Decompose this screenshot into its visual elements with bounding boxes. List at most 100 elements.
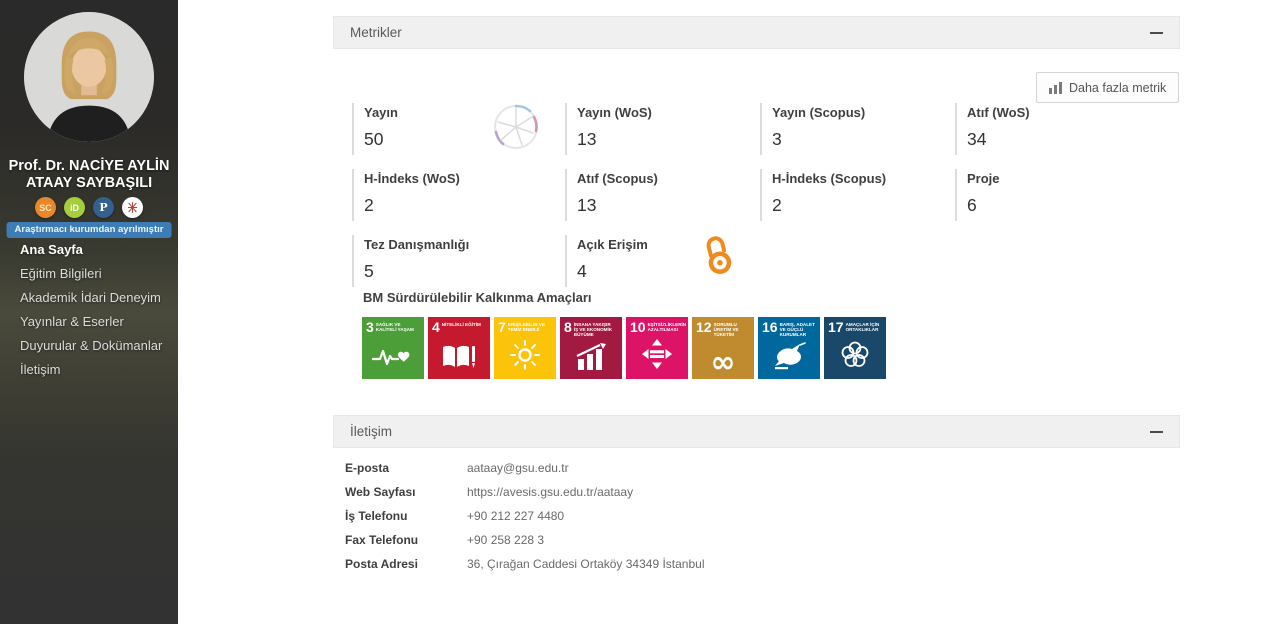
sdg-title: EŞİTSİZLİKLERİN AZALTILMASI [648, 321, 687, 333]
contact-panel-title: İletişim [350, 424, 1149, 439]
researcher-name-line1: Prof. Dr. NACİYE AYLİN [0, 158, 178, 175]
sdg-10-tile[interactable]: 10 EŞİTSİZLİKLERİN AZALTILMASI [626, 317, 688, 379]
metric-label: Atıf (WoS) [967, 105, 1180, 120]
researcher-name: Prof. Dr. NACİYE AYLİN ATAAY SAYBAŞILI [0, 158, 178, 192]
metrics-wheel-icon [489, 100, 543, 159]
sidebar-item-duyurular-dokumanlar[interactable]: Duyurular & Dokümanlar [0, 334, 178, 358]
sdg-title: BARIŞ, ADALET VE GÜÇLÜ KURUMLAR [780, 321, 818, 338]
metric-tez-danismanligi: Tez Danışmanlığı 5 [352, 235, 565, 287]
sun-icon [510, 340, 540, 375]
status-badge: Araştırmacı kurumdan ayrılmıştır [7, 222, 172, 238]
sdg-number: 12 [696, 321, 712, 338]
metric-label: H-İndeks (Scopus) [772, 171, 955, 186]
sdg-title: İNSANA YAKIŞIR İŞ VE EKONOMİK BÜYÜME [574, 321, 614, 338]
sdg-number: 8 [564, 321, 572, 338]
scopus-profile-icon[interactable]: SC [35, 197, 56, 218]
publons-profile-icon[interactable]: P [93, 197, 114, 218]
metric-atif-wos: Atıf (WoS) 34 [955, 103, 1180, 155]
sidebar-item-yayinlar-eserler[interactable]: Yayınlar & Eserler [0, 310, 178, 334]
dove-icon [770, 342, 808, 375]
sdg-8-tile[interactable]: 8 İNSANA YAKIŞIR İŞ VE EKONOMİK BÜYÜME [560, 317, 622, 379]
metric-proje: Proje 6 [955, 169, 1180, 221]
metric-label: H-İndeks (WoS) [364, 171, 565, 186]
equality-icon [641, 338, 673, 375]
contact-row-is-telefonu: İş Telefonu +90 212 227 4480 [345, 510, 1065, 523]
yok-akademik-profile-icon[interactable] [122, 197, 143, 218]
contact-label: İş Telefonu [345, 510, 467, 523]
contact-row-web: Web Sayfası https://avesis.gsu.edu.tr/aa… [345, 486, 1065, 499]
partnership-rings-icon [838, 339, 872, 375]
metric-acik-erisim: Açık Erişim 4 [565, 235, 760, 287]
metric-label: Atıf (Scopus) [577, 171, 760, 186]
orcid-profile-icon[interactable]: iD [64, 197, 85, 218]
researcher-name-line2: ATAAY SAYBAŞILI [0, 175, 178, 192]
metrics-panel-header: Metrikler [333, 16, 1180, 49]
sdg-title: SAĞLIK VE KALİTELİ YAŞAM [376, 321, 416, 333]
sdg-title: NİTELİKLİ EĞİTİM [442, 321, 481, 333]
contact-row-fax: Fax Telefonu +90 258 228 3 [345, 534, 1065, 547]
bar-chart-icon [1049, 82, 1062, 94]
metric-value: 13 [577, 130, 760, 148]
sdg-heading: BM Sürdürülebilir Kalkınma Amaçları [363, 290, 592, 305]
metric-yayin: Yayın 50 [352, 103, 565, 155]
metric-value: 3 [772, 130, 955, 148]
contact-fax-value: +90 258 228 3 [467, 534, 1065, 547]
metric-label: Tez Danışmanlığı [364, 237, 565, 252]
contact-address-value: 36, Çırağan Caddesi Ortaköy 34349 İstanb… [467, 558, 1065, 571]
contact-row-adres: Posta Adresi 36, Çırağan Caddesi Ortaköy… [345, 558, 1065, 571]
metrics-panel-title: Metrikler [350, 25, 1149, 40]
sdg-title: AMAÇLAR İÇİN ORTAKLIKLAR [846, 321, 884, 333]
heartbeat-icon [372, 344, 414, 375]
metric-yayin-wos: Yayın (WoS) 13 [565, 103, 760, 155]
metric-yayin-scopus: Yayın (Scopus) 3 [760, 103, 955, 155]
contact-email-value[interactable]: aataay@gsu.edu.tr [467, 462, 1065, 475]
contact-phone-value: +90 212 227 4480 [467, 510, 1065, 523]
sdg-4-tile[interactable]: 4 NİTELİKLİ EĞİTİM [428, 317, 490, 379]
contact-label: E-posta [345, 462, 467, 475]
contact-label: Web Sayfası [345, 486, 467, 499]
open-access-icon [702, 234, 734, 281]
metric-value: 2 [364, 196, 565, 214]
metric-label: Yayın (Scopus) [772, 105, 955, 120]
sdg-row: 3 SAĞLIK VE KALİTELİ YAŞAM 4 NİTELİKLİ E… [362, 317, 886, 379]
contact-rows: E-posta aataay@gsu.edu.tr Web Sayfası ht… [345, 462, 1065, 582]
metric-value: 5 [364, 262, 565, 280]
avatar [24, 12, 154, 142]
metrics-collapse-icon[interactable] [1149, 26, 1163, 40]
sdg-number: 7 [498, 321, 506, 333]
sidebar-item-ana-sayfa[interactable]: Ana Sayfa [0, 238, 178, 262]
metric-value: 6 [967, 196, 1180, 214]
metric-atif-scopus: Atıf (Scopus) 13 [565, 169, 760, 221]
metric-label: Proje [967, 171, 1180, 186]
sidebar-item-akademik-idari-deneyim[interactable]: Akademik İdari Deneyim [0, 286, 178, 310]
sdg-7-tile[interactable]: 7 ERİŞİLEBİLİR VE TEMİZ ENERJİ [494, 317, 556, 379]
contact-web-value[interactable]: https://avesis.gsu.edu.tr/aataay [467, 486, 1065, 499]
sdg-12-tile[interactable]: 12 SORUMLU ÜRETİM VE TÜKETİM ∞ [692, 317, 754, 379]
sdg-17-tile[interactable]: 17 AMAÇLAR İÇİN ORTAKLIKLAR [824, 317, 886, 379]
sdg-number: 4 [432, 321, 440, 333]
contact-label: Fax Telefonu [345, 534, 467, 547]
contact-row-eposta: E-posta aataay@gsu.edu.tr [345, 462, 1065, 475]
metric-value: 2 [772, 196, 955, 214]
more-metrics-button[interactable]: Daha fazla metrik [1036, 72, 1179, 103]
sdg-number: 10 [630, 321, 646, 333]
sdg-3-tile[interactable]: 3 SAĞLIK VE KALİTELİ YAŞAM [362, 317, 424, 379]
sdg-title: ERİŞİLEBİLİR VE TEMİZ ENERJİ [508, 321, 548, 333]
book-icon [441, 344, 477, 375]
metric-h-indeks-wos: H-İndeks (WoS) 2 [352, 169, 565, 221]
sdg-number: 17 [828, 321, 844, 333]
sidebar-item-egitim-bilgileri[interactable]: Eğitim Bilgileri [0, 262, 178, 286]
growth-chart-icon [574, 343, 608, 375]
contact-collapse-icon[interactable] [1149, 425, 1163, 439]
yok-emblem-icon [126, 201, 139, 214]
contact-panel-header: İletişim [333, 415, 1180, 448]
avatar-photo [24, 12, 154, 142]
sdg-16-tile[interactable]: 16 BARIŞ, ADALET VE GÜÇLÜ KURUMLAR [758, 317, 820, 379]
sidebar-menu: Ana Sayfa Eğitim Bilgileri Akademik İdar… [0, 238, 178, 382]
profile-badges: SC iD P [0, 197, 178, 218]
profile-sidebar: Prof. Dr. NACİYE AYLİN ATAAY SAYBAŞILI S… [0, 0, 178, 624]
sdg-title: SORUMLU ÜRETİM VE TÜKETİM [714, 321, 752, 338]
sdg-number: 16 [762, 321, 778, 338]
sidebar-item-iletisim[interactable]: İletişim [0, 358, 178, 382]
metric-value: 13 [577, 196, 760, 214]
